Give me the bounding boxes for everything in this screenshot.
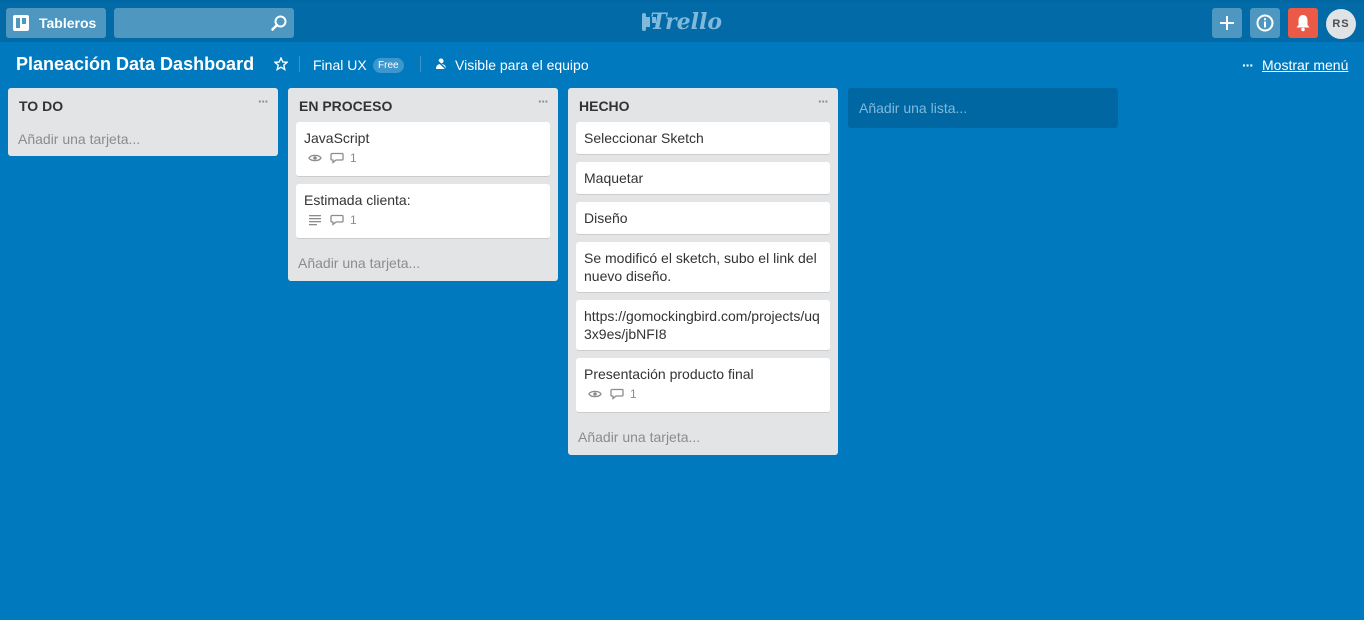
list-menu-icon[interactable]: ··· bbox=[258, 94, 269, 109]
list-header[interactable]: HECHO ··· bbox=[568, 88, 838, 122]
avatar[interactable]: RS bbox=[1326, 9, 1356, 39]
list-hecho: HECHO ··· Seleccionar Sketch Maquetar Di… bbox=[568, 88, 838, 455]
boards-label: Tableros bbox=[39, 15, 97, 31]
show-menu-link[interactable]: Mostrar menú bbox=[1262, 57, 1348, 73]
team-name[interactable]: Final UX bbox=[313, 57, 367, 73]
boards-icon bbox=[13, 15, 29, 31]
trello-logo[interactable]: Trello bbox=[642, 9, 722, 35]
list-en-proceso: EN PROCESO ··· JavaScript 1 Estimada cli… bbox=[288, 88, 558, 281]
eye-icon bbox=[308, 154, 322, 162]
comment-count: 1 bbox=[350, 151, 357, 165]
description-icon bbox=[309, 215, 321, 226]
card-title: Diseño bbox=[584, 210, 628, 226]
comment-icon bbox=[330, 214, 344, 226]
search-box[interactable] bbox=[114, 8, 294, 38]
card[interactable]: Seleccionar Sketch bbox=[576, 122, 830, 155]
list-menu-icon[interactable]: ··· bbox=[538, 94, 549, 109]
info-button[interactable] bbox=[1250, 8, 1280, 38]
divider bbox=[420, 56, 421, 72]
card-title: https://gomockingbird.com/projects/uq3x9… bbox=[584, 308, 820, 342]
boards-button[interactable]: Tableros bbox=[6, 8, 106, 38]
list-menu-icon[interactable]: ··· bbox=[818, 94, 829, 109]
trello-logo-icon bbox=[642, 13, 657, 31]
comment-icon bbox=[330, 152, 344, 164]
list-title[interactable]: TO DO bbox=[19, 98, 63, 114]
list-title[interactable]: EN PROCESO bbox=[299, 98, 392, 114]
card-title: Maquetar bbox=[584, 170, 644, 186]
card[interactable]: Se modificó el sketch, subo el link del … bbox=[576, 242, 830, 293]
card-badges: 1 bbox=[304, 147, 542, 169]
divider bbox=[299, 56, 300, 72]
bell-icon bbox=[1296, 15, 1310, 32]
card-title: Se modificó el sketch, subo el link del … bbox=[584, 250, 817, 284]
list-title[interactable]: HECHO bbox=[579, 98, 630, 114]
board-title[interactable]: Planeación Data Dashboard bbox=[16, 54, 254, 75]
plan-badge: Free bbox=[373, 58, 404, 73]
top-header: Tableros Trello RS bbox=[0, 0, 1364, 42]
more-icon[interactable]: ··· bbox=[1242, 57, 1254, 73]
card[interactable]: JavaScript 1 bbox=[296, 122, 550, 177]
add-list-button[interactable]: Añadir una lista... bbox=[848, 88, 1118, 128]
card[interactable]: Maquetar bbox=[576, 162, 830, 195]
add-card-button[interactable]: Añadir una tarjeta... bbox=[8, 122, 278, 156]
logo-text: Trello bbox=[650, 9, 722, 35]
list-header[interactable]: EN PROCESO ··· bbox=[288, 88, 558, 122]
card[interactable]: Estimada clienta: 1 bbox=[296, 184, 550, 239]
card-badges: 1 bbox=[584, 383, 822, 405]
card-title: Seleccionar Sketch bbox=[584, 130, 704, 146]
add-button[interactable] bbox=[1212, 8, 1242, 38]
team-visibility-icon bbox=[434, 57, 448, 71]
info-icon bbox=[1256, 14, 1274, 32]
list-todo: TO DO ··· Añadir una tarjeta... bbox=[8, 88, 278, 156]
card[interactable]: https://gomockingbird.com/projects/uq3x9… bbox=[576, 300, 830, 351]
card[interactable]: Diseño bbox=[576, 202, 830, 235]
star-icon[interactable] bbox=[274, 57, 288, 71]
plus-icon bbox=[1220, 16, 1234, 30]
card[interactable]: Presentación producto final 1 bbox=[576, 358, 830, 413]
eye-icon bbox=[588, 390, 602, 398]
add-card-button[interactable]: Añadir una tarjeta... bbox=[568, 420, 838, 455]
card-title: JavaScript bbox=[304, 130, 370, 146]
notifications-button[interactable] bbox=[1288, 8, 1318, 38]
add-card-button[interactable]: Añadir una tarjeta... bbox=[288, 246, 558, 281]
search-icon[interactable] bbox=[270, 14, 288, 32]
card-title: Presentación producto final bbox=[584, 366, 754, 382]
comment-count: 1 bbox=[630, 387, 637, 401]
search-input[interactable] bbox=[114, 8, 294, 38]
card-title: Estimada clienta: bbox=[304, 192, 411, 208]
comment-icon bbox=[610, 388, 624, 400]
card-badges: 1 bbox=[304, 209, 542, 231]
comment-count: 1 bbox=[350, 213, 357, 227]
list-header[interactable]: TO DO ··· bbox=[8, 88, 278, 122]
visibility-label[interactable]: Visible para el equipo bbox=[455, 57, 589, 73]
